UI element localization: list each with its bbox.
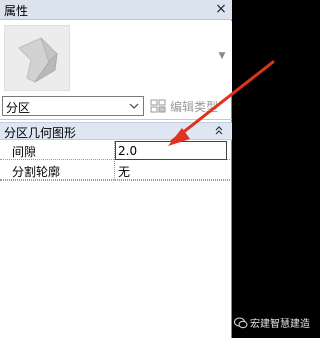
preview-dropdown-icon[interactable]: ▼ — [217, 51, 227, 61]
properties-panel: 属性 × ▼ 分区 编辑类型 分区几何图形 间隙 2.0 分割轮廓 无 — [0, 0, 232, 338]
section-title: 分区几何图形 — [4, 126, 77, 140]
collapse-icon[interactable] — [214, 124, 224, 141]
property-name-gap: 间隙 — [12, 145, 37, 159]
generic-model-glyph — [18, 37, 58, 83]
edit-type-icon — [150, 99, 166, 113]
property-row-gap: 间隙 — [0, 141, 230, 160]
type-selector-value: 分区 — [6, 101, 31, 115]
divider — [0, 119, 232, 120]
panel-titlebar: 属性 × — [0, 0, 232, 20]
column-divider — [114, 161, 115, 180]
wechat-icon — [234, 317, 248, 329]
property-name-profile: 分割轮廓 — [12, 165, 61, 179]
grid-bottom-edge — [0, 180, 230, 181]
type-preview: ▼ — [0, 21, 232, 93]
edit-type-label: 编辑类型 — [170, 100, 219, 114]
chevron-down-icon — [128, 98, 140, 114]
close-button[interactable]: × — [214, 1, 228, 17]
edit-type-button[interactable]: 编辑类型 — [148, 96, 232, 116]
type-selector[interactable]: 分区 — [2, 96, 144, 116]
property-row-profile: 分割轮廓 无 — [0, 161, 230, 180]
watermark-text: 宏建智慧建造 — [250, 319, 310, 330]
section-header-geometry[interactable]: 分区几何图形 — [0, 122, 232, 140]
panel-title: 属性 — [4, 4, 29, 18]
watermark: 宏建智慧建造 — [232, 308, 319, 338]
gap-value-input[interactable] — [115, 141, 227, 160]
property-value-profile[interactable]: 无 — [118, 163, 130, 180]
generic-model-icon — [4, 25, 70, 91]
